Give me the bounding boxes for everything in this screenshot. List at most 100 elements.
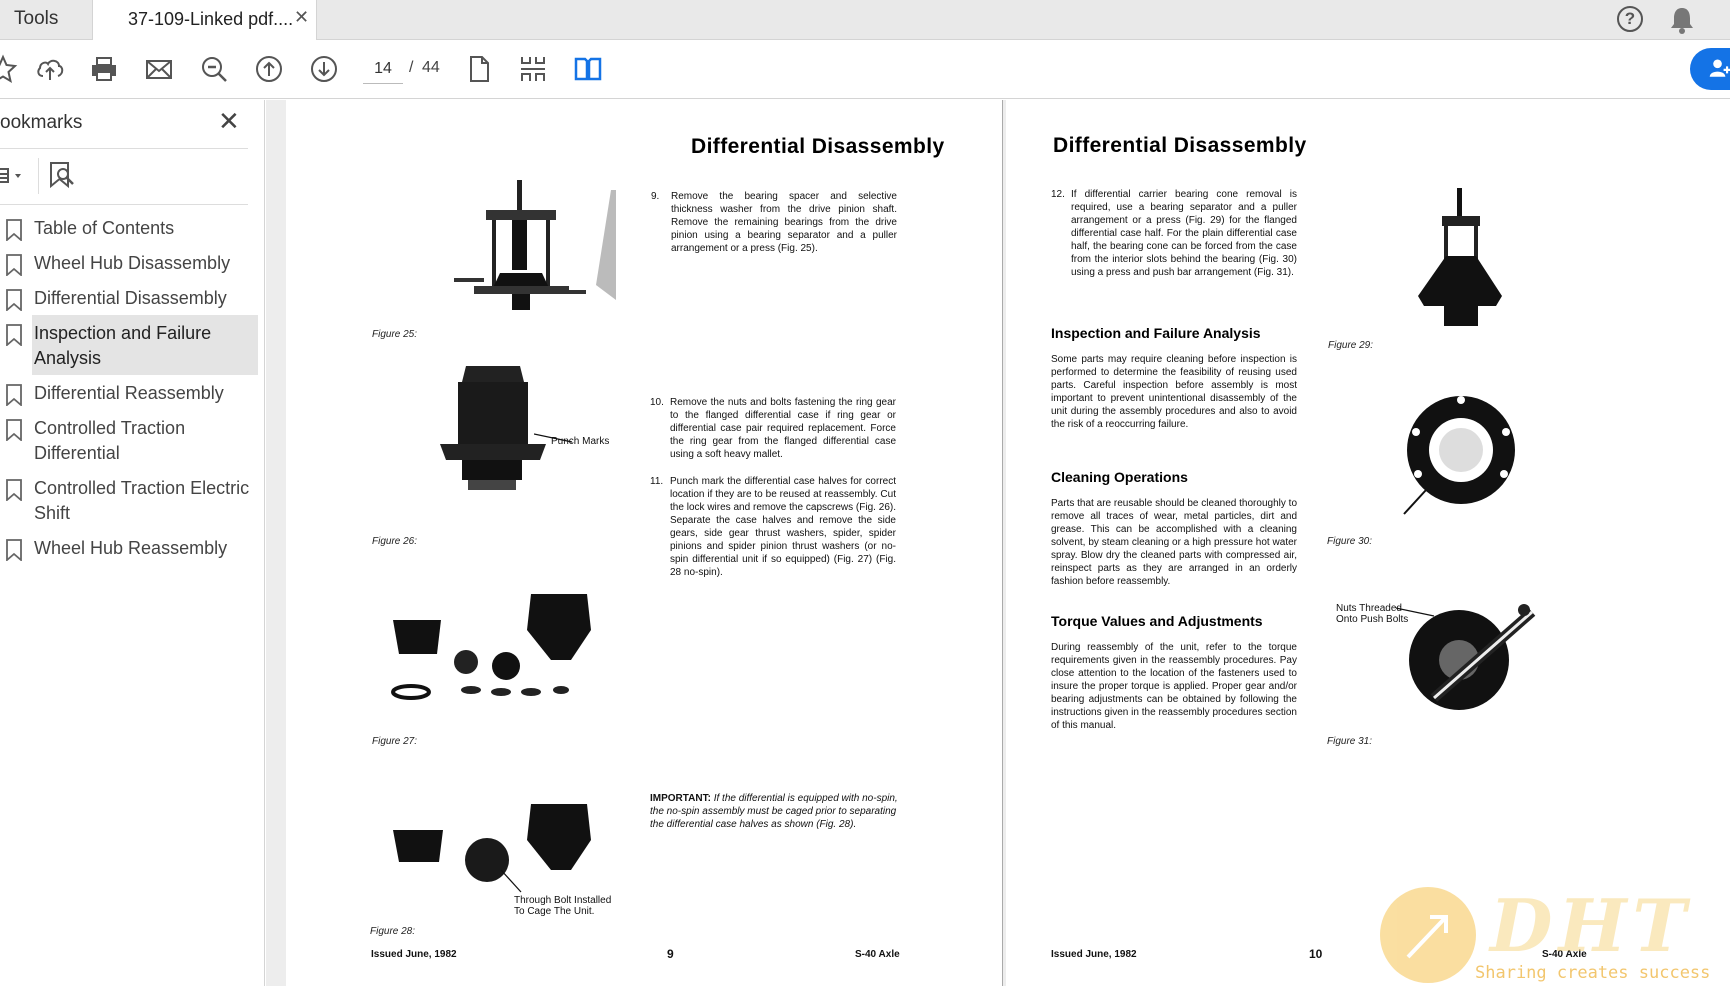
bookmark-icon: [6, 289, 22, 311]
bookmark-label: Differential Reassembly: [34, 383, 224, 403]
page-heading: Differential Disassembly: [691, 135, 945, 158]
toolbar: / 44: [0, 40, 1730, 99]
inspection-text: Some parts may require cleaning before i…: [1051, 354, 1297, 430]
bookmark-item-differential-reassembly[interactable]: Differential Reassembly: [0, 375, 258, 410]
print-icon[interactable]: [87, 52, 121, 86]
bookmarks-panel: ookmarks ✕ Table of Contents Wheel Hub D…: [0, 100, 265, 986]
important-note: IMPORTANT: If the differential is equipp…: [650, 792, 898, 831]
bookmark-icon: [6, 254, 22, 276]
figure-25-partial-image: [596, 190, 616, 300]
page-heading: Differential Disassembly: [1053, 134, 1307, 157]
step-text: Punch mark the differential case halves …: [670, 476, 896, 578]
bookmark-item-controlled-traction-differential[interactable]: Controlled Traction Differential: [0, 410, 258, 470]
figure-26-image: [440, 366, 546, 490]
bell-icon[interactable]: [1668, 5, 1696, 35]
tab-document[interactable]: 37-109-Linked pdf....: [92, 0, 317, 41]
bookmark-label: Controlled Traction Differential: [34, 418, 186, 463]
step-number: 12.: [1051, 189, 1065, 200]
section-heading-cleaning: Cleaning Operations: [1051, 469, 1188, 485]
callout-line-2: To Cage The Unit.: [514, 906, 595, 917]
footer-issued: Issued June, 1982: [1051, 949, 1137, 960]
figure-caption: Figure 28:: [370, 926, 416, 937]
pdf-page-9: Differential Disassembly Figure 25: 9. R…: [286, 100, 1003, 986]
page-number: 10: [1309, 947, 1323, 961]
bookmark-label: Wheel Hub Disassembly: [34, 253, 231, 273]
bookmark-item-differential-disassembly[interactable]: Differential Disassembly: [0, 280, 258, 315]
step-text: Remove the nuts and bolts fastening the …: [670, 397, 896, 460]
step-10-text: 10. Remove the nuts and bolts fastening …: [650, 396, 896, 461]
section-heading-torque: Torque Values and Adjustments: [1051, 613, 1263, 629]
find-bookmark-icon[interactable]: [48, 160, 78, 190]
important-label: IMPORTANT:: [650, 793, 711, 804]
total-pages: 44: [422, 59, 440, 76]
next-page-icon[interactable]: [307, 52, 341, 86]
divider: [0, 148, 248, 149]
callout-through-bolt: Through Bolt Installed To Cage The Unit.: [514, 895, 611, 917]
figure-caption: Figure 30:: [1327, 536, 1373, 547]
footer-model: S-40 Axle: [855, 949, 900, 960]
divider: [0, 204, 248, 205]
callout-nuts-threaded: Nuts Threaded Onto Push Bolts: [1336, 603, 1408, 625]
watermark-logo-text: DHT: [1490, 883, 1693, 968]
figure-caption: Figure 25:: [372, 329, 418, 340]
bookmark-item-table-of-contents[interactable]: Table of Contents: [0, 210, 258, 245]
step-11-text: 11. Punch mark the differential case hal…: [650, 475, 896, 579]
section-heading-inspection: Inspection and Failure Analysis: [1051, 325, 1261, 341]
footer-issued: Issued June, 1982: [371, 949, 457, 960]
bookmark-icon: [6, 539, 22, 561]
figure-27-image: [391, 594, 591, 700]
tab-tools-label: Tools: [14, 8, 59, 29]
email-icon[interactable]: [142, 52, 176, 86]
page-number: 9: [667, 947, 674, 961]
document-viewport[interactable]: Differential Disassembly Figure 25: 9. R…: [266, 100, 1730, 986]
step-9-text: 9. Remove the bearing spacer and selecti…: [651, 190, 897, 255]
callout-line-1: Nuts Threaded: [1336, 603, 1402, 614]
prev-page-icon[interactable]: [252, 52, 286, 86]
bookmark-label: Differential Disassembly: [34, 288, 227, 308]
divider: [38, 158, 39, 194]
bookmark-label: Inspection and Failure Analysis: [34, 323, 212, 368]
step-text: Remove the bearing spacer and selective …: [671, 191, 897, 254]
step-number: 9.: [651, 191, 660, 202]
bookmark-icon: [6, 384, 22, 406]
help-icon[interactable]: ?: [1617, 6, 1643, 32]
bookmark-icon: [6, 419, 22, 441]
share-user-button[interactable]: [1690, 48, 1730, 90]
callout-punch-marks: Punch Marks: [551, 436, 610, 447]
tab-bar: Tools 37-109-Linked pdf.... ✕ ?: [0, 0, 1730, 41]
bookmark-list: Table of Contents Wheel Hub Disassembly …: [0, 210, 258, 565]
bookmark-item-wheel-hub-reassembly[interactable]: Wheel Hub Reassembly: [0, 530, 258, 565]
callout-line-1: Through Bolt Installed: [514, 895, 612, 906]
bookmark-icon: [6, 324, 22, 346]
close-panel-icon[interactable]: ✕: [218, 108, 240, 134]
torque-text: During reassembly of the unit, refer to …: [1051, 642, 1297, 731]
share-user-icon: [1709, 59, 1730, 77]
bookmark-item-inspection-failure-analysis[interactable]: Inspection and Failure Analysis: [6, 315, 258, 375]
bookmark-icon: [6, 219, 22, 241]
page-number-input[interactable]: [363, 54, 403, 84]
page-separator: /: [409, 59, 414, 76]
figure-caption: Figure 26:: [372, 536, 418, 547]
bookmark-item-wheel-hub-disassembly[interactable]: Wheel Hub Disassembly: [0, 245, 258, 280]
bookmark-label: Table of Contents: [34, 218, 175, 238]
bookmarks-title: ookmarks: [0, 112, 83, 133]
two-page-icon[interactable]: [571, 52, 605, 86]
close-tab-icon[interactable]: ✕: [294, 7, 309, 28]
single-page-icon[interactable]: [462, 52, 496, 86]
bookmark-item-controlled-traction-electric-shift[interactable]: Controlled Traction Electric Shift: [0, 470, 258, 530]
step-number: 10.: [650, 397, 664, 408]
tab-tools[interactable]: Tools: [0, 0, 92, 40]
figure-caption: Figure 31:: [1327, 736, 1373, 747]
pdf-reader-app: Tools 37-109-Linked pdf.... ✕ ? 14 / 44 …: [0, 0, 1730, 986]
upload-icon[interactable]: [33, 52, 67, 86]
zoom-icon[interactable]: [197, 52, 231, 86]
tab-document-title: 37-109-Linked pdf....: [128, 9, 294, 29]
scroll-mode-icon[interactable]: [516, 52, 550, 86]
star-icon[interactable]: [0, 52, 20, 86]
pdf-page-10: Differential Disassembly 12. If differen…: [1006, 100, 1730, 986]
watermark-logo-icon: [1380, 887, 1476, 983]
bookmark-options-icon[interactable]: [0, 162, 28, 190]
step-text: If differential carrier bearing cone rem…: [1071, 189, 1297, 278]
figure-caption: Figure 27:: [372, 736, 418, 747]
step-number: 11.: [650, 476, 664, 487]
